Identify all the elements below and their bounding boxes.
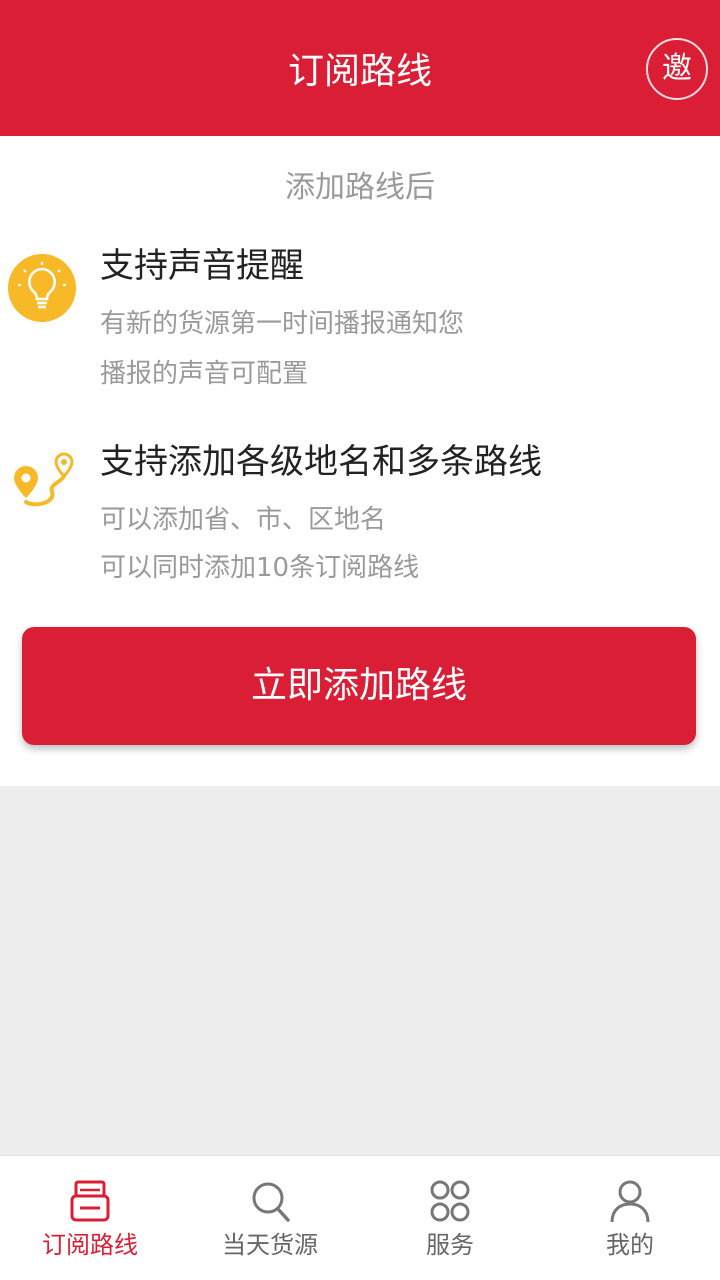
add-route-button[interactable]: 立即添加路线: [22, 627, 696, 745]
tab-label: 当天货源: [222, 1231, 318, 1259]
feature-description: 可以同时添加10条订阅路线: [100, 553, 420, 583]
services-grid-icon: [430, 1180, 470, 1222]
search-icon: [252, 1182, 290, 1222]
page-title: 订阅路线: [287, 51, 432, 92]
invite-button[interactable]: 邀: [646, 38, 708, 100]
lightbulb-icon: [8, 254, 76, 322]
bottom-navigation: 订阅路线 当天货源 服务 我的: [0, 1155, 720, 1280]
feature-title: 支持添加各级地名和多条路线: [100, 442, 542, 482]
app-screen: 订阅路线 邀 添加路线后 支持声音提醒 有新的货源第一时间播报通知您 播报的声音…: [0, 0, 720, 1280]
tab-services[interactable]: 服务: [360, 1156, 540, 1280]
route-pin-icon: [6, 448, 78, 520]
profile-icon: [610, 1180, 650, 1223]
tab-label: 服务: [426, 1231, 474, 1259]
feature-description: 播报的声音可配置: [100, 359, 309, 389]
intro-text: 添加路线后: [285, 170, 435, 205]
subscribe-route-icon: [70, 1180, 110, 1222]
tab-label: 订阅路线: [42, 1231, 138, 1259]
tab-subscribe-route[interactable]: 订阅路线: [0, 1156, 180, 1280]
subscription-intro-panel: 添加路线后 支持声音提醒 有新的货源第一时间播报通知您 播报的声音可配置 支持添…: [0, 136, 720, 786]
feature-title: 支持声音提醒: [100, 246, 304, 286]
app-header: 订阅路线 邀: [0, 0, 720, 136]
tab-profile[interactable]: 我的: [540, 1156, 720, 1280]
feature-description: 有新的货源第一时间播报通知您: [100, 309, 465, 339]
tab-today-cargo[interactable]: 当天货源: [180, 1156, 360, 1280]
tab-label: 我的: [606, 1231, 654, 1259]
feature-description: 可以添加省、市、区地名: [100, 505, 387, 535]
